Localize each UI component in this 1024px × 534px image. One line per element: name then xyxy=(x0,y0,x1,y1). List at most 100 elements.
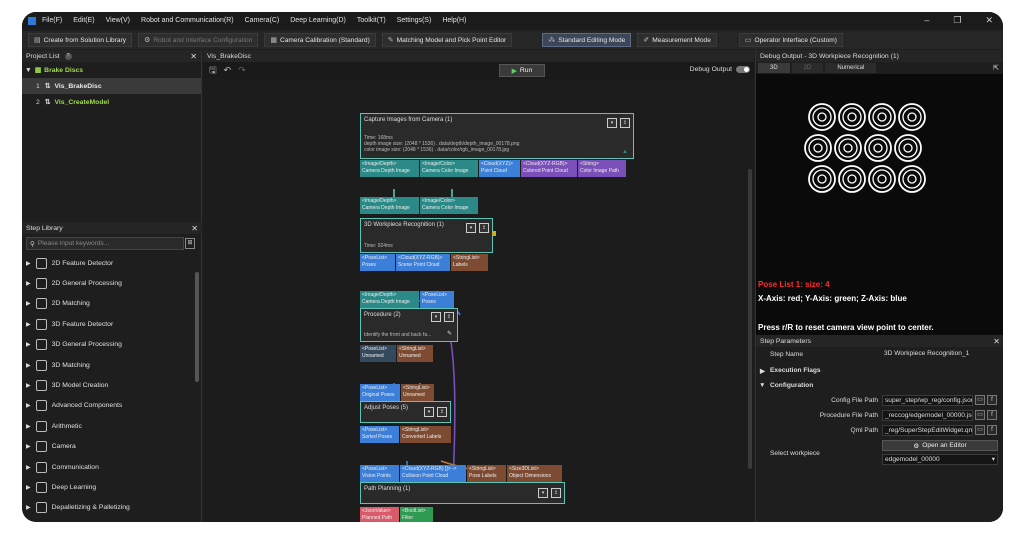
step-category-item[interactable]: ▶ 2D Feature Detector xyxy=(22,253,202,273)
step-category-item[interactable]: ▶ Depalletizing & Palletizing xyxy=(22,498,202,518)
maximize-icon[interactable]: ❐ xyxy=(953,15,961,26)
collapse-arrow-icon[interactable]: ▶ xyxy=(760,367,765,375)
expand-arrow-icon[interactable]: ▶ xyxy=(26,504,31,511)
tab-2d[interactable]: 2D xyxy=(791,63,824,73)
expand-node-icon[interactable]: ▾ xyxy=(466,223,476,233)
expand-arrow-icon[interactable]: ▶ xyxy=(26,443,31,450)
browse-folder-icon[interactable]: ▭ xyxy=(975,410,985,420)
pin-icon[interactable]: ↥ xyxy=(620,118,630,128)
project-item-createmodel[interactable]: 2 ⇅ Vis_CreateModel xyxy=(22,94,201,110)
expand-arrow-icon[interactable]: ▶ xyxy=(26,280,31,287)
debug-output-toggle[interactable]: Debug Output xyxy=(690,66,750,73)
node-port[interactable]: <PoseList> Vision Points xyxy=(360,465,399,482)
node-port[interactable]: <Image/Color> Camera Color Image xyxy=(420,197,478,214)
redo-icon[interactable]: ↷ xyxy=(238,65,246,76)
step-category-item[interactable]: ▶ Arithmetic xyxy=(22,416,202,436)
create-from-solution-button[interactable]: ▤ Create from Solution Library xyxy=(28,33,133,47)
operator-interface-button[interactable]: ▭ Operator Interface (Custom) xyxy=(738,33,843,47)
step-category-item[interactable]: ▶ 2D General Processing xyxy=(22,273,202,293)
step-category-item[interactable]: ▶ 2D Matching xyxy=(22,294,202,314)
graph-canvas[interactable]: Capture Images from Camera (1) Time: 168… xyxy=(203,79,754,522)
step-category-item[interactable]: ▶ Advanced Components xyxy=(22,396,202,416)
node-port[interactable]: <PoseList> Sorted Poses xyxy=(360,426,399,443)
menu-camera[interactable]: Camera(C) xyxy=(245,17,280,24)
menu-file[interactable]: File(F) xyxy=(42,17,62,24)
node-port[interactable]: <PoseList> Unnamed xyxy=(360,345,396,362)
toggle-switch[interactable] xyxy=(736,66,750,73)
node-port[interactable]: <StringList> Converted Labels xyxy=(400,426,451,443)
node-port[interactable]: <Image/Depth> Camera Depth Image xyxy=(360,160,419,177)
capture-images-node[interactable]: Capture Images from Camera (1) Time: 168… xyxy=(360,113,634,159)
step-search-input[interactable]: ⚲ Please input keywords... ⊞ xyxy=(26,237,195,250)
undo-icon[interactable]: ↶ xyxy=(224,65,232,76)
expand-arrow-icon[interactable]: ▶ xyxy=(26,362,31,369)
path-planning-node[interactable]: Path Planning (1) ▾ ↥ xyxy=(360,482,565,504)
node-port[interactable]: <Image/Depth> Camera Depth Image xyxy=(360,197,419,214)
file-path-icon[interactable]: f xyxy=(987,410,997,420)
menu-deep-learning[interactable]: Deep Learning(D) xyxy=(290,17,346,24)
adjust-poses-node[interactable]: Adjust Poses (5) ▾ ↥ xyxy=(360,401,451,423)
expand-node-icon[interactable]: ▾ xyxy=(607,118,617,128)
menu-settings[interactable]: Settings(S) xyxy=(397,17,432,24)
node-port[interactable]: <PoseList> Poses xyxy=(420,291,454,308)
project-item-brakedisc[interactable]: 1 ⇅ Vis_BrakeDisc xyxy=(22,78,201,94)
step-category-item[interactable]: ▶ 3D General Processing xyxy=(22,335,202,355)
node-port[interactable]: <JsonValue> Planned Path xyxy=(360,507,399,522)
workpiece-select[interactable]: edgemodel_00000 ▾ xyxy=(882,454,998,465)
node-port[interactable]: <Cloud(XYZ-RGB) []> -> Collision Point Cl… xyxy=(400,465,466,482)
expand-arrow-icon[interactable]: ▶ xyxy=(26,423,31,430)
close-step-library-icon[interactable]: ✕ xyxy=(191,224,198,233)
qml-path-field[interactable]: _reg/SuperStepEditWidget.qml xyxy=(882,425,973,436)
3d-workpiece-recognition-node[interactable]: 3D Workpiece Recognition (1) Time: 924ms… xyxy=(360,218,493,253)
canvas-tab[interactable]: Vis_BrakeDisc xyxy=(203,50,754,62)
node-port[interactable]: <StringList> Unnamed xyxy=(401,384,434,401)
expand-arrow-icon[interactable]: ▶ xyxy=(26,341,31,348)
expand-arrow-icon[interactable]: ▼ xyxy=(759,382,766,389)
node-port[interactable]: <PoseList> Poses xyxy=(360,254,395,271)
expand-arrow-icon[interactable]: ▶ xyxy=(26,464,31,471)
execution-flags-row[interactable]: ▶ Execution Flags xyxy=(756,364,1003,377)
procedure-node[interactable]: Procedure (2) Identify the front and bac… xyxy=(360,308,458,342)
node-port[interactable]: <BoolList>Filter Results xyxy=(400,507,433,522)
step-category-item[interactable]: ▶Drawing xyxy=(22,518,202,522)
expand-node-icon[interactable]: ▾ xyxy=(431,312,441,322)
node-port[interactable]: <Cloud(XYZ)> Point Cloud xyxy=(479,160,520,177)
expand-icon[interactable]: ▼ xyxy=(25,67,32,74)
menu-toolkit[interactable]: Toolkit(T) xyxy=(357,17,386,24)
node-port[interactable]: <Cloud(XYZ-RGB)> Scene Point Cloud xyxy=(396,254,450,271)
close-step-params-icon[interactable]: ✕ xyxy=(993,337,1000,346)
step-category-item[interactable]: ▶ 3D Feature Detector xyxy=(22,314,202,334)
filter-icon[interactable]: ⊞ xyxy=(185,238,195,249)
node-port[interactable]: <StringList> Unnamed xyxy=(397,345,433,362)
file-path-icon[interactable]: f xyxy=(987,395,997,405)
project-root[interactable]: ▼ ▦ Brake Discs xyxy=(22,62,201,78)
pin-icon[interactable]: ↥ xyxy=(444,312,454,322)
pin-icon[interactable]: ↥ xyxy=(551,488,561,498)
close-window-icon[interactable]: ✕ xyxy=(985,15,993,26)
expand-arrow-icon[interactable]: ▶ xyxy=(26,382,31,389)
run-button[interactable]: ▶ Run xyxy=(499,64,545,77)
configuration-row[interactable]: ▼ Configuration xyxy=(756,379,1003,392)
step-library-scrollbar[interactable] xyxy=(195,272,199,382)
standard-mode-button[interactable]: ⁂ Standard Editing Mode xyxy=(542,33,632,47)
step-category-item[interactable]: ▶ 3D Model Creation xyxy=(22,375,202,395)
canvas-scrollbar[interactable] xyxy=(748,169,752,469)
node-port[interactable]: <String> Color Image Path xyxy=(578,160,626,177)
save-icon[interactable]: 🖫 xyxy=(209,63,217,79)
node-port[interactable]: <PoseList> Original Poses xyxy=(360,384,400,401)
pin-icon[interactable]: ↥ xyxy=(479,223,489,233)
node-port[interactable]: <StringList> Pose Labels xyxy=(467,465,506,482)
edit-icon[interactable]: ✎ xyxy=(447,330,452,337)
file-path-icon[interactable]: f xyxy=(987,425,997,435)
expand-arrow-icon[interactable]: ▶ xyxy=(26,321,31,328)
browse-folder-icon[interactable]: ▭ xyxy=(975,395,985,405)
procedure-file-field[interactable]: _reccog/edgemodel_00000.json xyxy=(882,410,973,421)
step-category-item[interactable]: ▶ 3D Matching xyxy=(22,355,202,375)
node-port[interactable]: <Image/Depth> Camera Depth Image xyxy=(360,291,419,308)
step-category-item[interactable]: ▶ Camera xyxy=(22,437,202,457)
matching-editor-button[interactable]: ✎ Matching Model and Pick Point Editor xyxy=(381,33,513,47)
expand-node-icon[interactable]: ▾ xyxy=(424,407,434,417)
menu-robot[interactable]: Robot and Communication(R) xyxy=(141,17,234,24)
node-port[interactable]: <Cloud(XYZ-RGB)> Colored Point Cloud xyxy=(521,160,577,177)
node-port[interactable]: <Size3DList> Object Dimensions xyxy=(507,465,562,482)
